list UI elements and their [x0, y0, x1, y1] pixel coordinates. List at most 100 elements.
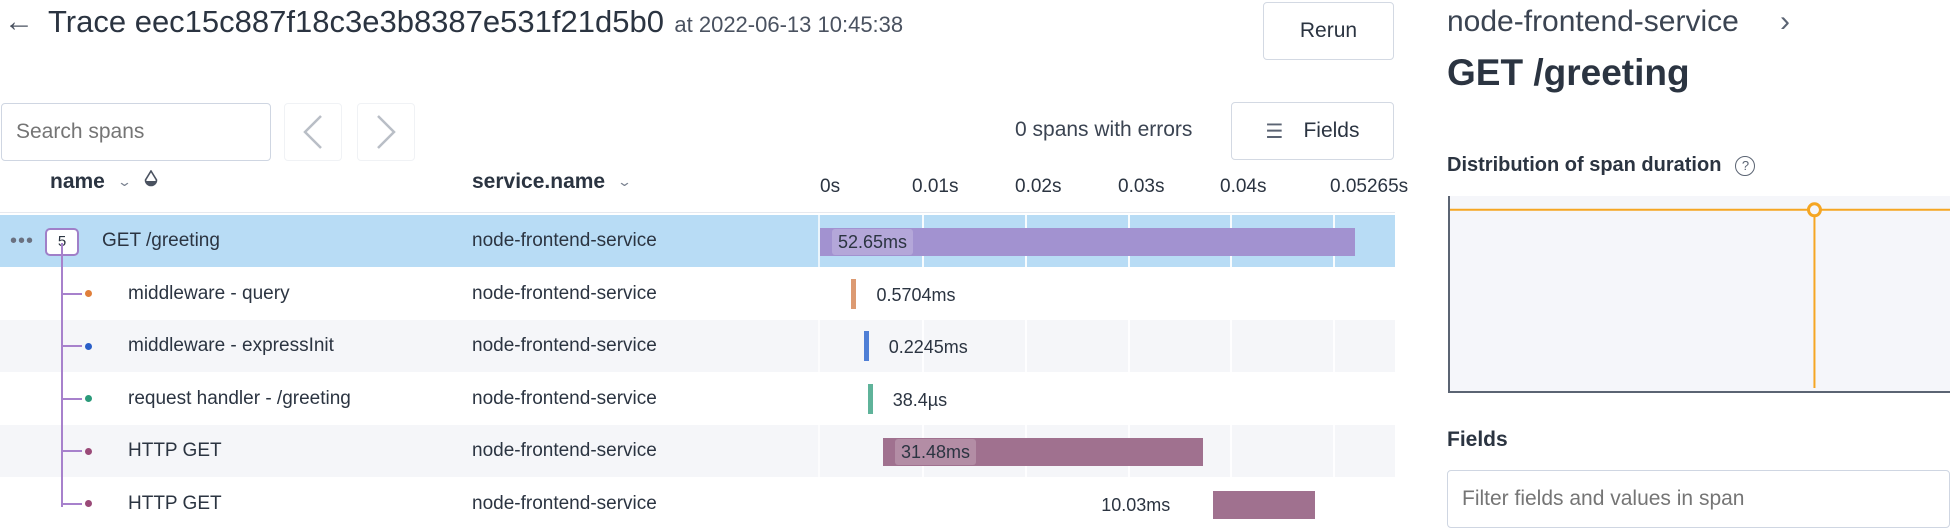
span-name: middleware - expressInit	[128, 335, 334, 356]
fields-button[interactable]: ☰​ Fields	[1231, 102, 1394, 160]
trace-id-title: Trace eec15c887f18c3e3b8387e531f21d5b0	[48, 4, 664, 39]
timeline-gridline	[1333, 372, 1335, 425]
chevron-right-icon[interactable]: ›	[1780, 2, 1790, 42]
chevron-left-icon	[303, 115, 322, 149]
timeline-gridline	[922, 477, 924, 529]
span-service-name: node-frontend-service	[472, 387, 657, 409]
span-timeline: 10.03ms	[820, 477, 1395, 529]
span-timeline: 52.65ms	[820, 215, 1395, 267]
fields-button-label: Fields	[1303, 119, 1360, 142]
span-duration-bar[interactable]	[851, 278, 857, 309]
timeline-gridline	[1333, 477, 1335, 529]
span-timeline: 31.48ms	[820, 425, 1395, 477]
detail-span-name: GET /greeting	[1447, 52, 1690, 93]
tree-branch	[62, 397, 82, 400]
tree-branch	[62, 292, 82, 295]
span-row[interactable]: HTTP GET node-frontend-service 10.03ms	[0, 477, 1395, 529]
span-service-name: node-frontend-service	[472, 335, 657, 356]
span-duration-label: 10.03ms	[1101, 494, 1171, 515]
timeline-gridline	[1025, 267, 1027, 320]
timeline-gridline	[1333, 425, 1335, 477]
span-color-dot	[85, 447, 92, 455]
previous-span-button[interactable]	[284, 103, 342, 161]
span-service-name: node-frontend-service	[472, 230, 657, 251]
span-color-dot	[85, 342, 92, 350]
timeline-tick-label: 0.03s	[1118, 176, 1165, 197]
detail-service-name: node-frontend-service	[1447, 5, 1739, 38]
span-duration-bar[interactable]	[1213, 490, 1316, 519]
search-spans-input[interactable]	[1, 103, 271, 161]
timeline-gridline	[1333, 320, 1335, 372]
span-timeline: 0.2245ms	[820, 320, 1395, 372]
span-service-name: node-frontend-service	[472, 492, 657, 514]
timeline-gridline	[1230, 425, 1232, 477]
timeline-gridline	[1025, 477, 1027, 529]
timeline-tick-label: 0.05265s	[1330, 176, 1409, 197]
chevron-down-icon[interactable]: ⌄	[617, 174, 632, 190]
timeline-tick-label: 0.01s	[912, 176, 959, 197]
span-row[interactable]: middleware - expressInit node-frontend-se…	[0, 320, 1395, 372]
timeline-gridline	[1333, 267, 1335, 320]
span-row[interactable]: ••• 5 GET /greeting node-frontend-service 52…	[0, 215, 1395, 267]
span-duration-label: 0.2245ms	[888, 337, 968, 357]
span-name: HTTP GET	[128, 440, 222, 461]
current-span-marker[interactable]	[1806, 202, 1822, 218]
back-arrow-icon[interactable]: ←	[4, 2, 34, 42]
duration-distribution-chart[interactable]	[1448, 196, 1950, 393]
timeline-gridline	[1025, 372, 1027, 425]
timeline-gridline	[1230, 320, 1232, 372]
columns-list-icon: ☰​	[1265, 120, 1284, 143]
more-options-icon[interactable]: •••	[10, 215, 34, 267]
span-duration-bar[interactable]	[863, 331, 869, 361]
distribution-title-text: Distribution of span duration	[1447, 154, 1722, 176]
column-header-name[interactable]: name ⌄	[50, 169, 158, 194]
tree-branch	[62, 450, 82, 452]
span-duration-label: 52.65ms	[832, 229, 914, 255]
errors-count: 0 spans with errors	[1015, 118, 1193, 141]
page-title: Trace eec15c887f18c3e3b8387e531f21d5b0 a…	[48, 2, 903, 48]
span-duration-label: 0.5704ms	[876, 284, 956, 305]
column-header-service[interactable]: service.name ⌄	[472, 170, 632, 194]
filter-fields-input[interactable]	[1447, 470, 1950, 528]
column-name-label: name	[50, 170, 105, 193]
trace-timestamp: at 2022-06-13 10:45:38	[674, 12, 904, 37]
span-duration-label: 31.48ms	[894, 439, 977, 465]
timeline-gridline	[1025, 320, 1027, 372]
fields-section-title: Fields	[1447, 428, 1508, 451]
timeline-tick-label: 0.04s	[1220, 176, 1267, 197]
span-duration-bar[interactable]	[867, 383, 873, 414]
timeline-tick-label: 0s	[820, 176, 841, 197]
timeline-gridline	[1230, 267, 1232, 320]
tree-branch	[62, 345, 82, 347]
span-row[interactable]: request handler - /greeting node-frontend…	[0, 372, 1395, 425]
next-span-button[interactable]	[357, 103, 415, 161]
span-timeline: 0.5704ms	[820, 267, 1395, 320]
span-color-dot	[85, 500, 92, 507]
tree-connector-line	[61, 243, 63, 507]
timeline-gridline	[1230, 372, 1232, 425]
timeline-tick-label: 0.02s	[1015, 176, 1062, 197]
span-name: GET /greeting	[102, 230, 220, 251]
chart-background	[1448, 196, 1950, 393]
span-row[interactable]: middleware - query node-frontend-service 0…	[0, 267, 1395, 320]
distribution-title: Distribution of span duration ?	[1447, 154, 1756, 177]
rerun-button[interactable]: Rerun	[1263, 2, 1394, 60]
span-color-dot	[85, 290, 92, 297]
color-by-drop-icon[interactable]	[144, 169, 158, 194]
column-service-label: service.name	[472, 170, 606, 193]
question-circle-icon[interactable]: ?	[1735, 155, 1756, 176]
span-row[interactable]: HTTP GET node-frontend-service 31.48ms	[0, 425, 1395, 477]
span-service-name: node-frontend-service	[472, 440, 657, 461]
header-divider	[0, 212, 1395, 213]
chevron-right-icon	[377, 115, 396, 149]
chevron-down-icon[interactable]: ⌄	[117, 174, 132, 190]
timeline-gridline	[1128, 320, 1130, 372]
tree-branch	[62, 502, 82, 505]
span-name: request handler - /greeting	[128, 387, 351, 409]
span-service-name: node-frontend-service	[472, 282, 657, 304]
timeline-gridline	[1128, 372, 1130, 425]
span-name: middleware - query	[128, 282, 290, 304]
span-name: HTTP GET	[128, 492, 222, 514]
span-color-dot	[85, 395, 92, 402]
span-duration-label: 38.4µs	[892, 389, 948, 410]
